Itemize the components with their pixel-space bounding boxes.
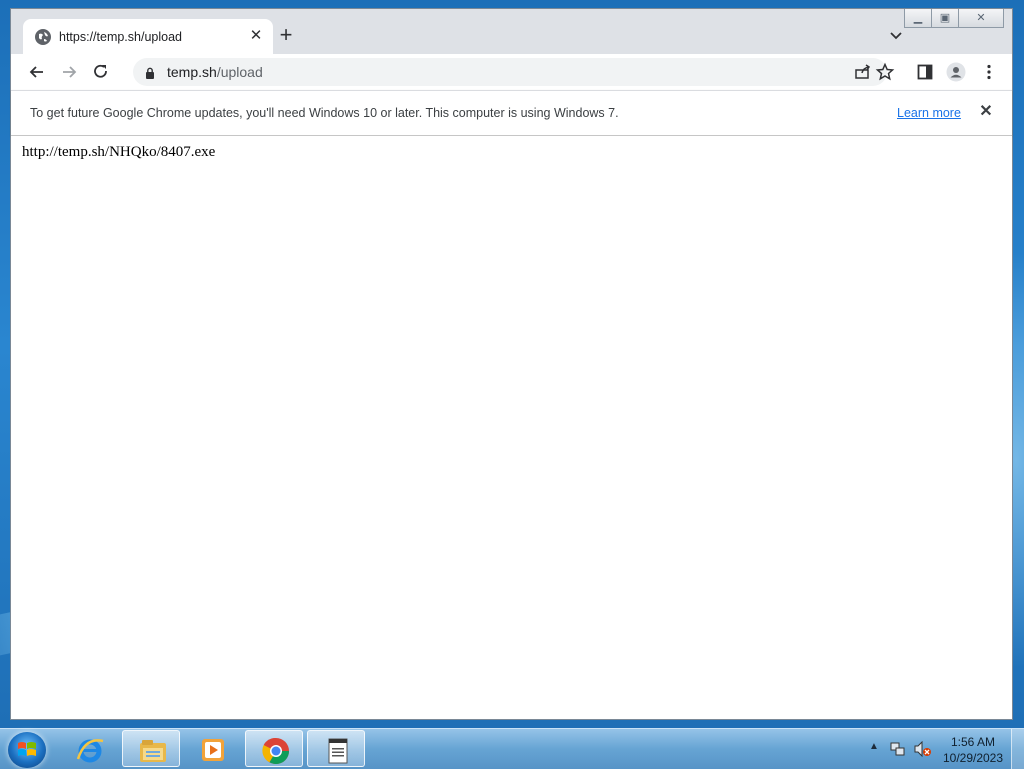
start-orb-icon[interactable] bbox=[8, 732, 46, 768]
taskbar: ▲ 1:56 AM 10/29/2023 bbox=[0, 728, 1024, 769]
lock-icon[interactable] bbox=[145, 66, 155, 79]
internet-explorer-icon[interactable] bbox=[60, 730, 118, 767]
media-player-icon[interactable] bbox=[184, 730, 242, 767]
close-icon: ✕ bbox=[976, 11, 986, 24]
chrome-icon[interactable] bbox=[245, 730, 303, 767]
page-content: http://temp.sh/NHQko/8407.exe bbox=[11, 136, 1012, 719]
chrome-window: ▁ ▣ ✕ https://temp.sh/upload ✕ + temp.sh… bbox=[10, 8, 1013, 720]
page-body-text: http://temp.sh/NHQko/8407.exe bbox=[22, 144, 216, 160]
learn-more-link[interactable]: Learn more bbox=[897, 106, 961, 120]
clock-date: 10/29/2023 bbox=[942, 751, 1004, 765]
close-window-button[interactable]: ✕ bbox=[958, 9, 1004, 28]
profile-avatar-icon[interactable] bbox=[946, 62, 966, 82]
globe-icon bbox=[35, 29, 51, 45]
side-panel-icon[interactable] bbox=[915, 62, 935, 82]
reload-icon[interactable] bbox=[91, 62, 111, 82]
tab-close-icon[interactable]: ✕ bbox=[247, 27, 265, 45]
caption-buttons: ▁ ▣ ✕ bbox=[904, 9, 1004, 28]
minimize-button[interactable]: ▁ bbox=[904, 9, 932, 28]
forward-arrow-icon[interactable] bbox=[59, 62, 79, 82]
tab-search-chevron-icon[interactable] bbox=[886, 26, 906, 46]
system-clock[interactable]: 1:56 AM 10/29/2023 bbox=[940, 734, 1006, 766]
back-arrow-icon[interactable] bbox=[27, 62, 47, 82]
menu-kebab-icon[interactable] bbox=[979, 62, 999, 82]
volume-muted-icon[interactable] bbox=[914, 740, 932, 758]
url-text: temp.sh/upload bbox=[167, 64, 263, 80]
url-domain: temp.sh bbox=[167, 64, 217, 80]
network-icon[interactable] bbox=[890, 741, 906, 757]
browser-tab[interactable]: https://temp.sh/upload ✕ bbox=[23, 19, 273, 55]
tab-title: https://temp.sh/upload bbox=[59, 30, 182, 44]
minimize-icon: ▁ bbox=[913, 11, 923, 24]
toolbar: temp.sh/upload bbox=[11, 54, 1012, 90]
show-desktop-button[interactable] bbox=[1011, 729, 1024, 769]
url-path: /upload bbox=[216, 64, 263, 80]
infobar-close-icon[interactable]: ✕ bbox=[977, 103, 995, 121]
new-tab-button[interactable]: + bbox=[274, 24, 298, 48]
address-bar[interactable]: temp.sh/upload bbox=[133, 58, 887, 86]
clock-time: 1:56 AM bbox=[950, 735, 996, 749]
maximize-icon: ▣ bbox=[939, 11, 951, 24]
file-explorer-icon[interactable] bbox=[122, 730, 180, 767]
bookmark-star-icon[interactable] bbox=[875, 62, 895, 82]
notepad-icon[interactable] bbox=[307, 730, 365, 767]
infobar-message: To get future Google Chrome updates, you… bbox=[30, 106, 619, 120]
update-infobar: To get future Google Chrome updates, you… bbox=[11, 90, 1012, 136]
show-hidden-icons-arrow[interactable]: ▲ bbox=[869, 741, 879, 752]
share-icon[interactable] bbox=[853, 62, 873, 82]
maximize-button[interactable]: ▣ bbox=[931, 9, 959, 28]
